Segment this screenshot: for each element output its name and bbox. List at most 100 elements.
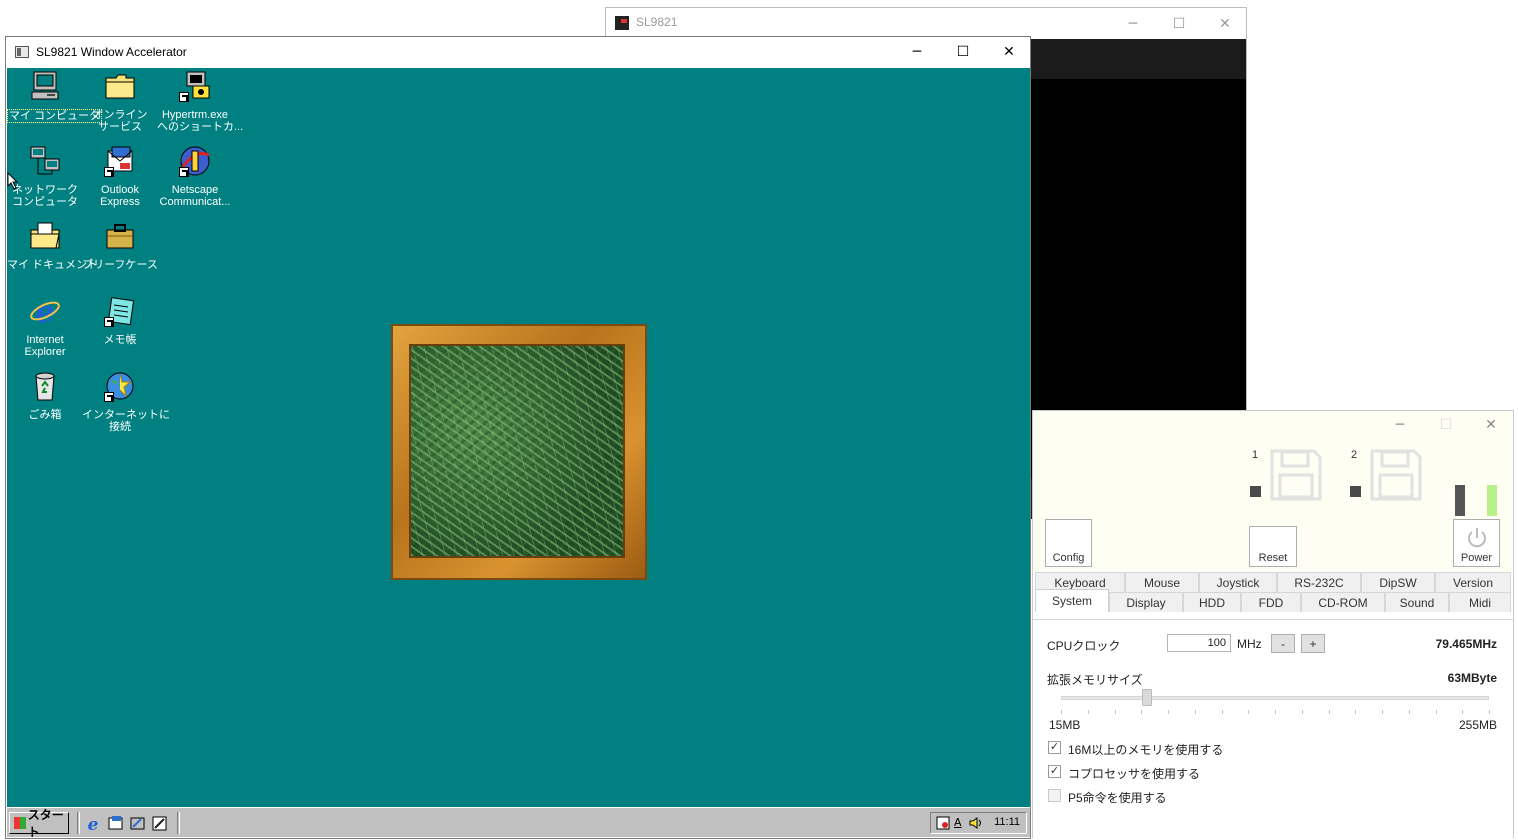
app-icon (615, 16, 629, 30)
memory-size-value: 63MByte (1447, 671, 1497, 685)
power-led (1487, 485, 1497, 516)
cpu-increase-button[interactable]: + (1301, 634, 1325, 653)
hdd-led (1455, 485, 1465, 516)
computer-icon (31, 71, 59, 100)
use-p5-instructions-checkbox (1048, 789, 1061, 802)
icon-label: メモ帳 (103, 334, 137, 346)
memory-slider-thumb[interactable] (1141, 689, 1152, 706)
desktop-icon-my-documents[interactable]: マイ ドキュメント (7, 220, 98, 271)
slider-tick (1275, 710, 1276, 714)
tray-scheduler-icon[interactable] (936, 816, 950, 830)
desktop-icon-netscape[interactable]: Netscape Communicat... (157, 145, 233, 208)
tab-midi[interactable]: Midi (1449, 592, 1511, 612)
recycle-bin-icon (35, 372, 55, 401)
slider-tick (1087, 710, 1089, 714)
window-title: SL9821 Window Accelerator (36, 45, 187, 59)
quicklaunch-ie-icon[interactable]: e (85, 815, 102, 832)
icon-label: オンライン サービス (92, 109, 148, 133)
maximize-button[interactable]: ☐ (940, 37, 986, 67)
start-button[interactable]: スタート (9, 808, 69, 839)
desktop-icon-internet-explorer[interactable]: e Internet Explorer (7, 295, 83, 358)
desktop-icon-hypertrm[interactable]: Hypertrm.exe へのショートカ... (157, 70, 243, 133)
floppy-drive-2-icon[interactable] (1370, 449, 1422, 501)
system-tray: A 11:11 (930, 812, 1027, 834)
win98-desktop[interactable]: マイ コンピュータ ネットワーク コンピュータ マイ ドキュメント e Inte… (7, 68, 1030, 807)
slider-tick (1462, 710, 1464, 714)
desktop-icon-recycle-bin[interactable]: ごみ箱 (7, 370, 83, 421)
desktop-icon-briefcase[interactable]: ブリーフケース (82, 220, 158, 271)
slider-tick (1168, 710, 1169, 714)
slider-tick (1435, 710, 1437, 714)
briefcase-icon (106, 224, 134, 249)
tab-version[interactable]: Version (1435, 572, 1511, 592)
shortcut-arrow-icon (179, 167, 189, 177)
minimize-button[interactable]: ─ (894, 37, 940, 67)
slider-tick (1141, 710, 1143, 714)
tab-sound[interactable]: Sound (1385, 592, 1449, 612)
memory-size-label: 拡張メモリサイズ (1047, 673, 1143, 687)
desktop-icon-online-services[interactable]: オンライン サービス (82, 70, 158, 133)
desktop-icon-connect-internet[interactable]: インターネットに 接続 (82, 370, 170, 433)
reset-button[interactable]: Reset (1249, 526, 1297, 567)
shortcut-arrow-icon (104, 317, 114, 327)
tab-cdrom[interactable]: CD-ROM (1301, 592, 1385, 612)
maximize-button[interactable]: ☐ (1156, 8, 1202, 39)
maximize-button: ☐ (1439, 417, 1453, 433)
use-coprocessor-checkbox[interactable]: ✓ (1048, 765, 1061, 778)
desktop-icon-my-computer[interactable]: マイ コンピュータ (7, 70, 103, 123)
taskbar-separator (177, 812, 180, 834)
svg-text:e: e (88, 815, 99, 832)
floppy-drive-1-icon[interactable] (1270, 449, 1322, 501)
slider-tick (1114, 710, 1116, 714)
power-icon (1468, 528, 1486, 548)
drive-2-label: 2 (1351, 449, 1358, 461)
cpu-clock-input[interactable]: 100 (1167, 634, 1231, 652)
close-button[interactable]: ✕ (1468, 411, 1514, 439)
svg-text:e: e (35, 295, 54, 327)
desktop-icon-outlook-express[interactable]: Outlook Express (82, 145, 158, 208)
window-icon (15, 46, 29, 58)
shortcut-arrow-icon (104, 167, 114, 177)
tab-system[interactable]: System (1035, 589, 1109, 612)
quicklaunch-outlook-icon[interactable] (107, 815, 124, 832)
power-button[interactable]: Power (1453, 519, 1500, 567)
use-16m-memory-checkbox[interactable]: ✓ (1048, 741, 1061, 754)
window-title: SL9821 (636, 15, 678, 29)
button-area: Config Reset Power (1033, 519, 1513, 571)
icon-label: Netscape Communicat... (159, 184, 231, 208)
minimize-button[interactable]: ─ (1377, 411, 1423, 439)
tab-hdd[interactable]: HDD (1183, 592, 1241, 612)
close-button[interactable]: ✕ (1202, 8, 1248, 39)
close-button[interactable]: ✕ (986, 37, 1032, 67)
minimize-button[interactable]: ─ (1110, 8, 1156, 39)
quicklaunch-channels-icon[interactable] (151, 815, 168, 832)
tab-joystick[interactable]: Joystick (1199, 572, 1277, 592)
title-bar[interactable]: SL9821 Window Accelerator ─ ☐ ✕ (6, 37, 1030, 67)
tab-mouse[interactable]: Mouse (1125, 572, 1199, 592)
title-bar[interactable]: SL9821 ─ ☐ ✕ (606, 8, 1246, 39)
tab-dipsw[interactable]: DipSW (1361, 572, 1435, 592)
tab-fdd[interactable]: FDD (1241, 592, 1301, 612)
desktop-icon-notepad[interactable]: メモ帳 (82, 295, 158, 346)
drive-1-access-led (1250, 486, 1261, 497)
taskbar-separator (77, 812, 80, 834)
network-icon (30, 146, 60, 175)
config-button[interactable]: Config (1045, 519, 1092, 567)
memory-slider-track[interactable] (1061, 696, 1489, 700)
tab-rs232c[interactable]: RS-232C (1277, 572, 1361, 592)
icon-label: Internet Explorer (24, 334, 66, 358)
slider-tick (1355, 710, 1357, 714)
tab-display[interactable]: Display (1109, 592, 1183, 612)
taskbar-clock: 11:11 (994, 816, 1020, 828)
shortcut-arrow-icon (104, 392, 114, 402)
picture-frame (391, 324, 647, 580)
start-label: スタート (27, 808, 64, 839)
ime-indicator[interactable]: A (954, 816, 968, 830)
title-bar[interactable]: ─ ☐ ✕ (1033, 411, 1513, 439)
taskbar: スタート e A 11:11 (7, 807, 1030, 839)
cpu-actual-clock: 79.465MHz (1435, 637, 1497, 651)
quicklaunch-desktop-icon[interactable] (129, 815, 146, 832)
cpu-decrease-button[interactable]: - (1271, 634, 1295, 653)
volume-icon[interactable] (969, 816, 983, 830)
tab-row-2: System Display HDD FDD CD-ROM Sound Midi (1035, 589, 1511, 612)
